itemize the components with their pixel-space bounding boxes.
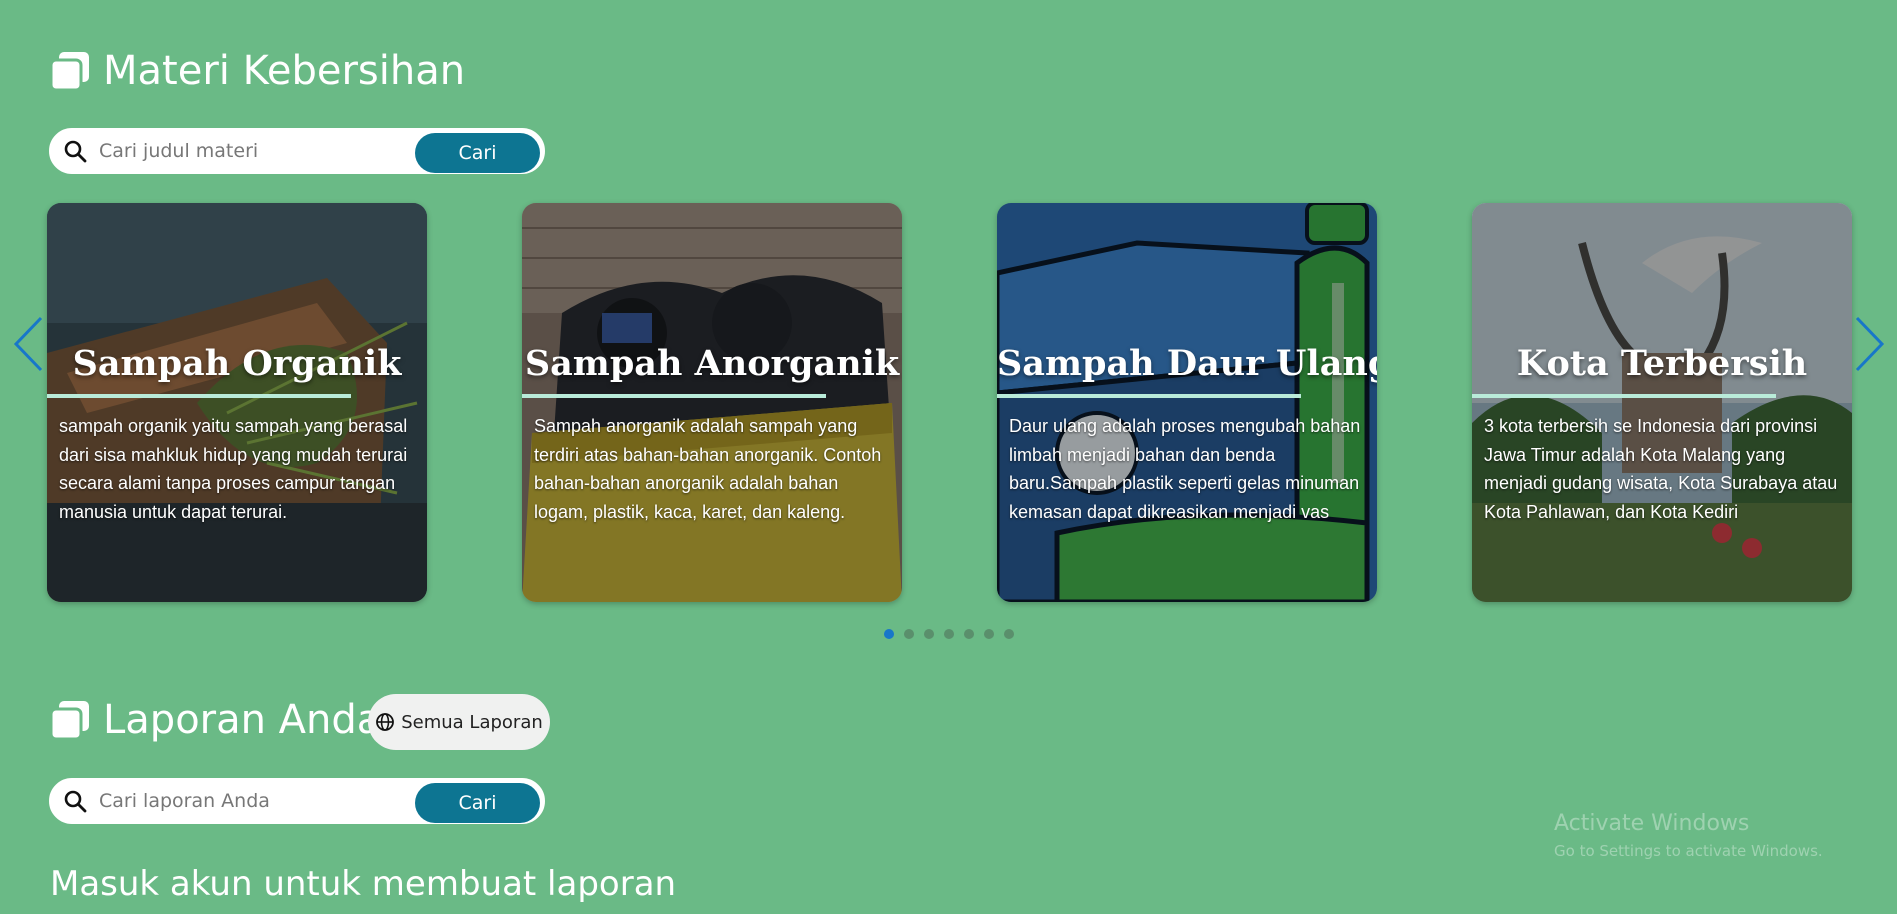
card-description: Sampah anorganik adalah sampah yang terd… bbox=[534, 416, 882, 522]
laporan-title-text: Laporan Anda bbox=[103, 697, 382, 743]
carousel-dot[interactable] bbox=[944, 629, 954, 639]
carousel-dot[interactable] bbox=[984, 629, 994, 639]
laporan-search-bar: Cari bbox=[49, 778, 545, 824]
carousel-dot[interactable] bbox=[924, 629, 934, 639]
search-icon bbox=[64, 790, 87, 813]
carousel-dot[interactable] bbox=[1004, 629, 1014, 639]
card-title: Sampah Anorganik bbox=[524, 343, 900, 384]
windows-activation-watermark: Activate Windows Go to Settings to activ… bbox=[1554, 811, 1823, 860]
carousel-dot[interactable] bbox=[884, 629, 894, 639]
card-underline bbox=[997, 394, 1301, 398]
card-overlay bbox=[997, 203, 1377, 602]
card-title: Sampah Organik bbox=[72, 343, 402, 384]
materi-title-text: Materi Kebersihan bbox=[103, 48, 466, 94]
all-reports-button[interactable]: Semua Laporan bbox=[368, 694, 550, 750]
laporan-section-title: Laporan Anda bbox=[49, 697, 381, 743]
materi-card[interactable]: Sampah Organik sampah organik yaitu samp… bbox=[47, 203, 427, 602]
materi-search-input[interactable] bbox=[97, 139, 411, 163]
chevron-right-icon[interactable] bbox=[1853, 314, 1887, 374]
materi-card[interactable]: Sampah Daur Ulang Daur ulang adalah pros… bbox=[997, 203, 1377, 602]
card-underline bbox=[47, 394, 351, 398]
card-description: sampah organik yaitu sampah yang berasal… bbox=[59, 416, 408, 522]
laporan-search-input[interactable] bbox=[97, 789, 411, 813]
card-overlay bbox=[522, 203, 902, 602]
card-description: 3 kota terbersih se Indonesia dari provi… bbox=[1484, 416, 1838, 522]
watermark-title: Activate Windows bbox=[1554, 811, 1750, 836]
all-reports-label: Semua Laporan bbox=[401, 711, 543, 733]
card-underline bbox=[522, 394, 826, 398]
materi-card[interactable]: Sampah Anorganik Sampah anorganik adalah… bbox=[522, 203, 902, 602]
materi-card[interactable]: Kota Terbersih 3 kota terbersih se Indon… bbox=[1472, 203, 1852, 602]
copy-icon bbox=[49, 52, 89, 92]
materi-search-bar: Cari bbox=[49, 128, 545, 174]
card-title: Sampah Daur Ulang bbox=[997, 343, 1377, 384]
chevron-left-icon[interactable] bbox=[11, 314, 45, 374]
card-title: Kota Terbersih bbox=[1516, 343, 1808, 384]
globe-icon bbox=[376, 713, 395, 731]
carousel-dot[interactable] bbox=[964, 629, 974, 639]
materi-section-title: Materi Kebersihan bbox=[49, 48, 465, 94]
search-icon bbox=[64, 140, 87, 163]
card-description: Daur ulang adalah proses mengubah bahan … bbox=[1009, 416, 1361, 522]
carousel-indicators bbox=[884, 629, 1014, 639]
laporan-search-button[interactable]: Cari bbox=[415, 783, 540, 823]
card-underline bbox=[1472, 394, 1776, 398]
copy-icon bbox=[49, 701, 89, 741]
watermark-subtitle: Go to Settings to activate Windows. bbox=[1554, 842, 1823, 860]
card-overlay bbox=[47, 203, 427, 602]
card-overlay bbox=[1472, 203, 1852, 602]
carousel-dot[interactable] bbox=[904, 629, 914, 639]
materi-search-button[interactable]: Cari bbox=[415, 133, 540, 173]
login-message: Masuk akun untuk membuat laporan bbox=[50, 864, 677, 904]
